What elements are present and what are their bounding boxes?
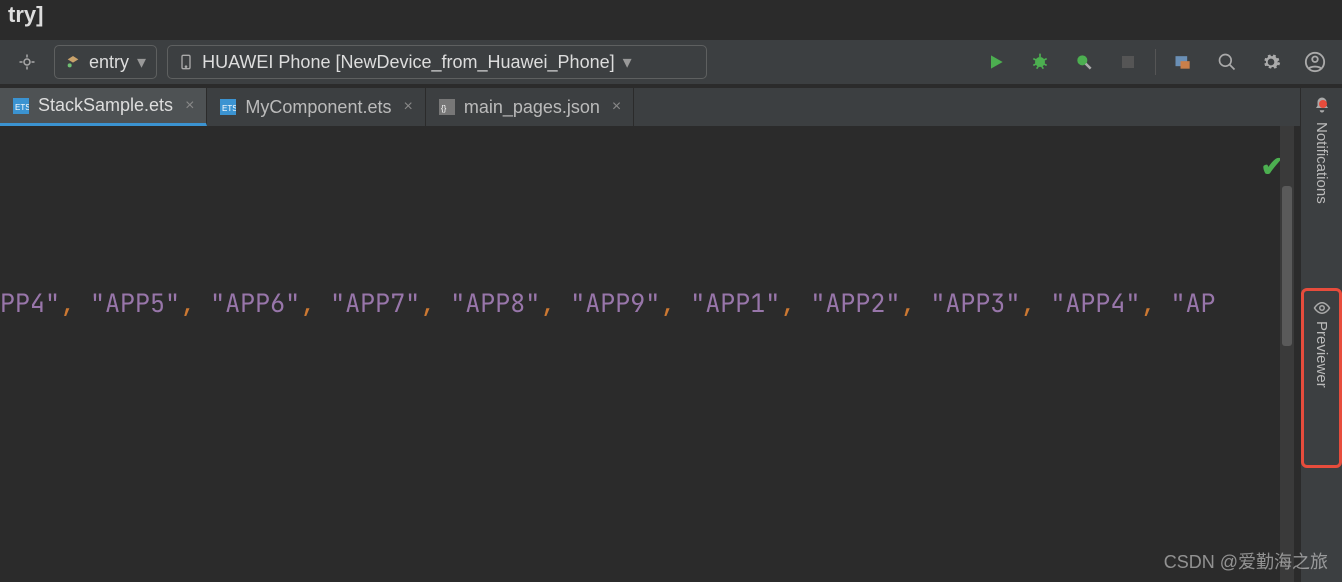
debug-button[interactable] xyxy=(1023,45,1057,79)
code-line: PP4", "APP5", "APP6", "APP7", "APP8", "A… xyxy=(0,286,1215,320)
svg-text:ETS: ETS xyxy=(222,104,236,113)
notifications-tool-window[interactable]: Notifications xyxy=(1301,88,1342,212)
previewer-tool-window[interactable]: Previewer xyxy=(1301,288,1342,468)
tab-label: MyComponent.ets xyxy=(245,97,391,118)
module-selector-label: entry xyxy=(89,52,129,73)
ets-file-icon: ETS xyxy=(12,97,30,115)
project-structure-icon[interactable] xyxy=(1166,45,1200,79)
close-icon[interactable]: × xyxy=(612,98,621,116)
profile-button[interactable] xyxy=(1067,45,1101,79)
eye-icon xyxy=(1313,299,1331,317)
json-file-icon: {} xyxy=(438,98,456,116)
svg-text:ETS: ETS xyxy=(15,103,29,112)
tab-mainpages[interactable]: {} main_pages.json × xyxy=(426,88,634,126)
chevron-down-icon: ▾ xyxy=(137,52,146,73)
right-tool-window-bar: Notifications Previewer xyxy=(1300,88,1342,582)
tab-stacksample[interactable]: ETS StackSample.ets × xyxy=(0,88,207,126)
notification-dot xyxy=(1319,100,1327,108)
main-toolbar: entry ▾ HUAWEI Phone [NewDevice_from_Hua… xyxy=(0,40,1342,84)
ets-file-icon: ETS xyxy=(219,98,237,116)
account-icon[interactable] xyxy=(1298,45,1332,79)
target-icon[interactable] xyxy=(10,45,44,79)
vertical-scrollbar[interactable] xyxy=(1280,126,1294,582)
scrollbar-thumb[interactable] xyxy=(1282,186,1292,346)
svg-text:{}: {} xyxy=(441,104,447,113)
search-icon[interactable] xyxy=(1210,45,1244,79)
editor-tabs: ETS StackSample.ets × ETS MyComponent.et… xyxy=(0,88,1302,126)
close-icon[interactable]: × xyxy=(185,97,194,115)
module-selector[interactable]: entry ▾ xyxy=(54,45,157,79)
previewer-label: Previewer xyxy=(1313,321,1330,388)
stop-button xyxy=(1111,45,1145,79)
editor-area[interactable]: PP4", "APP5", "APP6", "APP7", "APP8", "A… xyxy=(0,126,1294,582)
run-button[interactable] xyxy=(979,45,1013,79)
device-selector[interactable]: HUAWEI Phone [NewDevice_from_Huawei_Phon… xyxy=(167,45,707,79)
tab-label: StackSample.ets xyxy=(38,95,173,116)
tab-label: main_pages.json xyxy=(464,97,600,118)
notifications-label: Notifications xyxy=(1313,122,1330,204)
settings-icon[interactable] xyxy=(1254,45,1288,79)
device-selector-label: HUAWEI Phone [NewDevice_from_Huawei_Phon… xyxy=(202,52,615,73)
close-icon[interactable]: × xyxy=(403,98,412,116)
breadcrumb-fragment: try] xyxy=(8,2,43,28)
tab-mycomponent[interactable]: ETS MyComponent.ets × xyxy=(207,88,425,126)
chevron-down-icon: ▾ xyxy=(623,52,632,73)
